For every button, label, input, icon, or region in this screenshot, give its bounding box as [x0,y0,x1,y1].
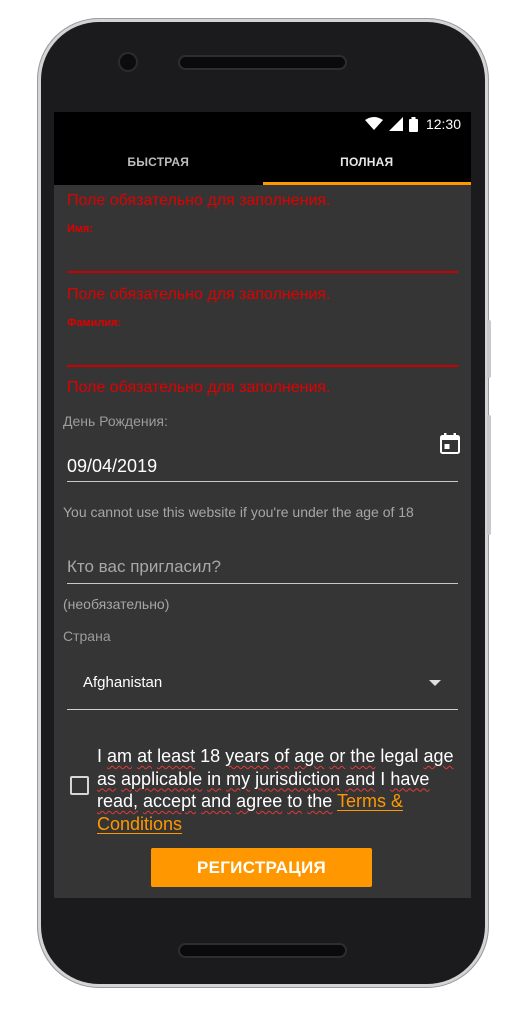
agreement-word: applicable [121,768,203,789]
agreement-word: accept [143,791,197,811]
last-name-input[interactable] [67,330,458,364]
agreement-word: age [294,746,325,766]
agreement-word: years [225,746,270,766]
birthday-label: День Рождения: [63,413,168,429]
agreement-word: to [287,791,303,811]
agreement-word: or [329,746,346,766]
agreement-word: and [345,768,376,789]
agreement-word: least [157,746,196,766]
agreement-word: of [274,746,290,766]
birthday-underline [67,481,458,482]
volume-button [487,320,491,378]
first-name-underline [67,271,458,273]
tab-full[interactable]: ПОЛНАЯ [262,138,472,185]
first-name-error: Поле обязательно для заполнения. [67,192,331,209]
bottom-speaker [180,945,345,956]
referrer-underline [67,583,458,584]
country-select[interactable]: Afghanistan [67,660,458,704]
wifi-icon [364,117,383,130]
agreement-word: the [350,746,376,766]
front-camera [120,54,136,70]
agreement-word: and [201,791,232,811]
agreement-word: in [207,768,222,789]
battery-icon [408,116,418,132]
tab-quick[interactable]: БЫСТРАЯ [54,138,263,185]
agreement-word: the [307,791,333,811]
last-name-error: Поле обязательно для заполнения. [67,286,331,303]
country-underline [67,709,458,710]
agreement-word: age [423,746,454,766]
status-bar: 12:30 [54,112,471,138]
power-button [487,415,491,535]
referrer-input[interactable]: Кто вас пригласил? [67,557,458,581]
signal-icon [388,117,403,131]
last-name-label: Фамилия: [67,317,122,329]
country-value: Afghanistan [83,674,163,691]
register-button[interactable]: РЕГИСТРАЦИЯ [151,848,372,887]
referrer-helper: (необязательно) [63,596,170,612]
agreement-word: agree [236,791,283,811]
last-name-underline [67,365,458,367]
birthday-error: Поле обязательно для заполнения. [67,379,331,396]
agreement-word: I [97,746,103,766]
top-speaker [180,57,345,68]
agreement-text: I am at least 18 years of age or the leg… [97,745,465,835]
calendar-button[interactable] [440,433,460,459]
calendar-icon [440,433,460,454]
tab-bar: БЫСТРАЯ ПОЛНАЯ [54,138,471,185]
agreement-word: legal [380,746,419,766]
agreement-word: read, [97,791,139,811]
agreement-word: am [107,746,133,766]
dropdown-arrow-icon [429,680,441,686]
agreement-word: at [137,746,153,766]
agreement-word: I [380,768,386,789]
agreement-checkbox[interactable] [70,776,89,795]
country-label: Страна [63,628,111,644]
agreement-word: as [97,768,117,789]
birthday-value[interactable]: 09/04/2019 [67,456,157,477]
age-warning: You cannot use this website if you're un… [63,504,414,520]
first-name-input[interactable] [67,236,458,270]
first-name-label: Имя: [67,223,94,235]
agreement-word: have [390,768,430,789]
agreement-word: jurisdiction [255,768,341,789]
status-time: 12:30 [425,116,461,132]
agreement-word: 18 [200,746,221,766]
agreement-word: my [226,768,251,789]
app-screen: 12:30 БЫСТРАЯ ПОЛНАЯ Поле обязательно дл… [54,112,471,898]
